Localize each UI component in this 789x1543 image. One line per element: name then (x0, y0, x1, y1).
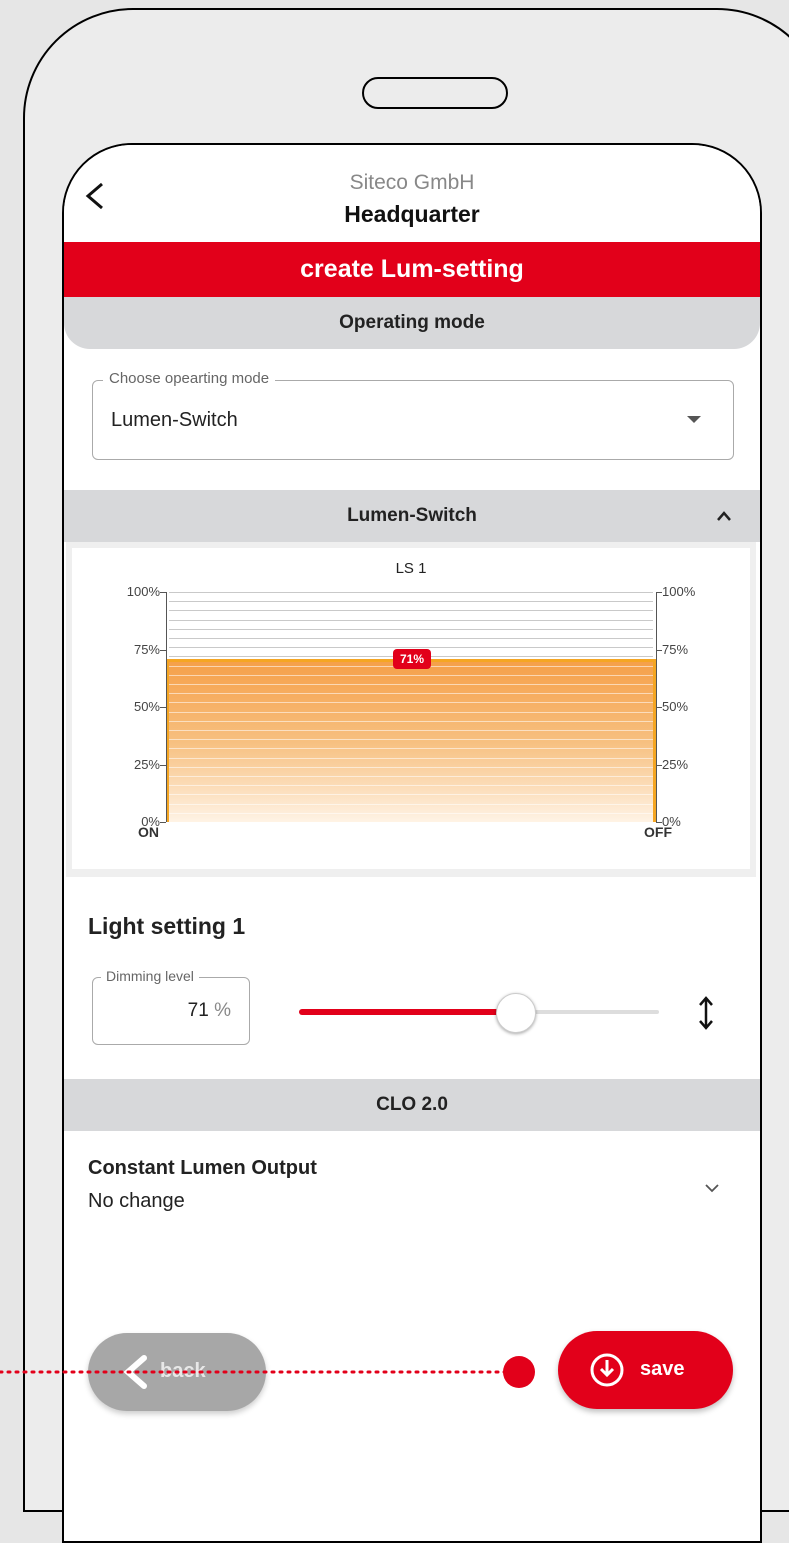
pointer-dotted-line (0, 1370, 520, 1374)
y-tick-label-left: 75% (133, 641, 160, 657)
lumen-chart[interactable]: LS 1 100% 100% 75% 75% 50% 50% 25% 25% 0% 0% 71% ON… (72, 548, 750, 869)
chart-gridline (169, 748, 653, 750)
save-button[interactable]: save (558, 1331, 733, 1409)
tick-mark-left (160, 649, 166, 651)
dimming-slider[interactable] (299, 993, 659, 1033)
value-badge: 71% (393, 648, 432, 669)
y-tick-label-right: 100% (662, 584, 696, 599)
dimming-level-value: 71 % (188, 1000, 231, 1022)
y-tick-label-right: 75% (662, 641, 689, 657)
y-tick-label-right: 50% (662, 699, 689, 714)
operating-mode-header: Operating mode (64, 297, 760, 349)
chevron-down-icon[interactable] (704, 1183, 720, 1193)
x-label-off: OFF (644, 824, 672, 840)
slider-fill (299, 1009, 515, 1015)
tick-mark-right (656, 764, 662, 766)
lumen-switch-title: Lumen-Switch (347, 505, 477, 526)
y-tick-label-left: 50% (133, 699, 160, 714)
y-tick-label-left: 25% (133, 756, 160, 772)
dimming-level-label: Dimming level (101, 968, 199, 984)
chart-gridline (169, 619, 653, 621)
header: Siteco GmbH Headquarter (64, 145, 760, 242)
chart-gridline (169, 693, 653, 695)
y-tick-label-left: 100% (126, 584, 160, 599)
operating-mode-select[interactable]: Choose opearting mode Lumen-Switch (92, 370, 734, 460)
company-name: Siteco GmbH (349, 171, 475, 194)
save-button-label: save (640, 1358, 685, 1380)
chart-gridline (169, 592, 653, 593)
site-name: Headquarter (344, 201, 480, 227)
dimming-number: 71 (187, 1000, 209, 1021)
chart-gridline (169, 757, 653, 759)
slider-thumb[interactable] (496, 993, 536, 1033)
tick-mark-right (656, 592, 662, 593)
chart-gridline (169, 822, 653, 823)
chart-gridline (169, 720, 653, 722)
download-icon (590, 1353, 624, 1387)
chart-gridline (169, 702, 653, 704)
lumen-switch-header[interactable]: Lumen-Switch (64, 490, 760, 542)
dropdown-arrow-icon (687, 416, 701, 423)
chart-gridline (169, 785, 653, 787)
chevron-up-icon[interactable] (716, 510, 732, 522)
clo-header: CLO 2.0 (64, 1079, 760, 1131)
up-down-arrow-icon[interactable] (697, 995, 715, 1031)
chart-gridline (169, 794, 653, 796)
speaker-slot (362, 77, 508, 109)
page-title: create Lum-setting (64, 242, 760, 297)
chart-title: LS 1 (395, 560, 427, 577)
dimming-level-field[interactable]: Dimming level 71 % (92, 968, 250, 1045)
chart-axis-left (166, 592, 167, 822)
tick-mark-left (160, 592, 166, 593)
chart-gridline (169, 739, 653, 741)
x-label-on: ON (138, 824, 159, 840)
pointer-dot (503, 1356, 535, 1388)
chart-gridline (169, 638, 653, 639)
clo-section-title: CLO 2.0 (376, 1094, 448, 1115)
y-tick-label-right: 25% (662, 756, 689, 772)
dimming-unit: % (214, 1000, 231, 1021)
chart-gridline (169, 601, 653, 603)
operating-mode-label: Choose opearting mode (103, 370, 276, 387)
clo-title: Constant Lumen Output (88, 1157, 317, 1179)
tick-mark-left (160, 822, 166, 823)
clo-value: No change (88, 1190, 185, 1212)
tick-mark-right (656, 707, 662, 708)
tick-mark-left (160, 707, 166, 708)
chart-gridline (169, 776, 653, 777)
tick-mark-left (160, 764, 166, 766)
light-setting-title: Light setting 1 (88, 913, 246, 939)
chart-gridline (169, 730, 653, 731)
operating-mode-title: Operating mode (339, 312, 485, 333)
chart-gridline (169, 766, 653, 768)
chart-gridline (169, 812, 653, 814)
chart-gridline (169, 711, 653, 713)
tick-mark-right (656, 822, 662, 823)
chart-gridline (169, 684, 653, 685)
chart-gridline (169, 803, 653, 805)
operating-mode-value: Lumen-Switch (111, 409, 238, 431)
chart-gridline (169, 610, 653, 612)
tick-mark-right (656, 649, 662, 651)
chart-gridline (169, 628, 653, 630)
chart-gridline (169, 674, 653, 676)
chart-panel: LS 1 100% 100% 75% 75% 50% 50% 25% 25% 0% 0% 71% ON… (66, 542, 756, 877)
